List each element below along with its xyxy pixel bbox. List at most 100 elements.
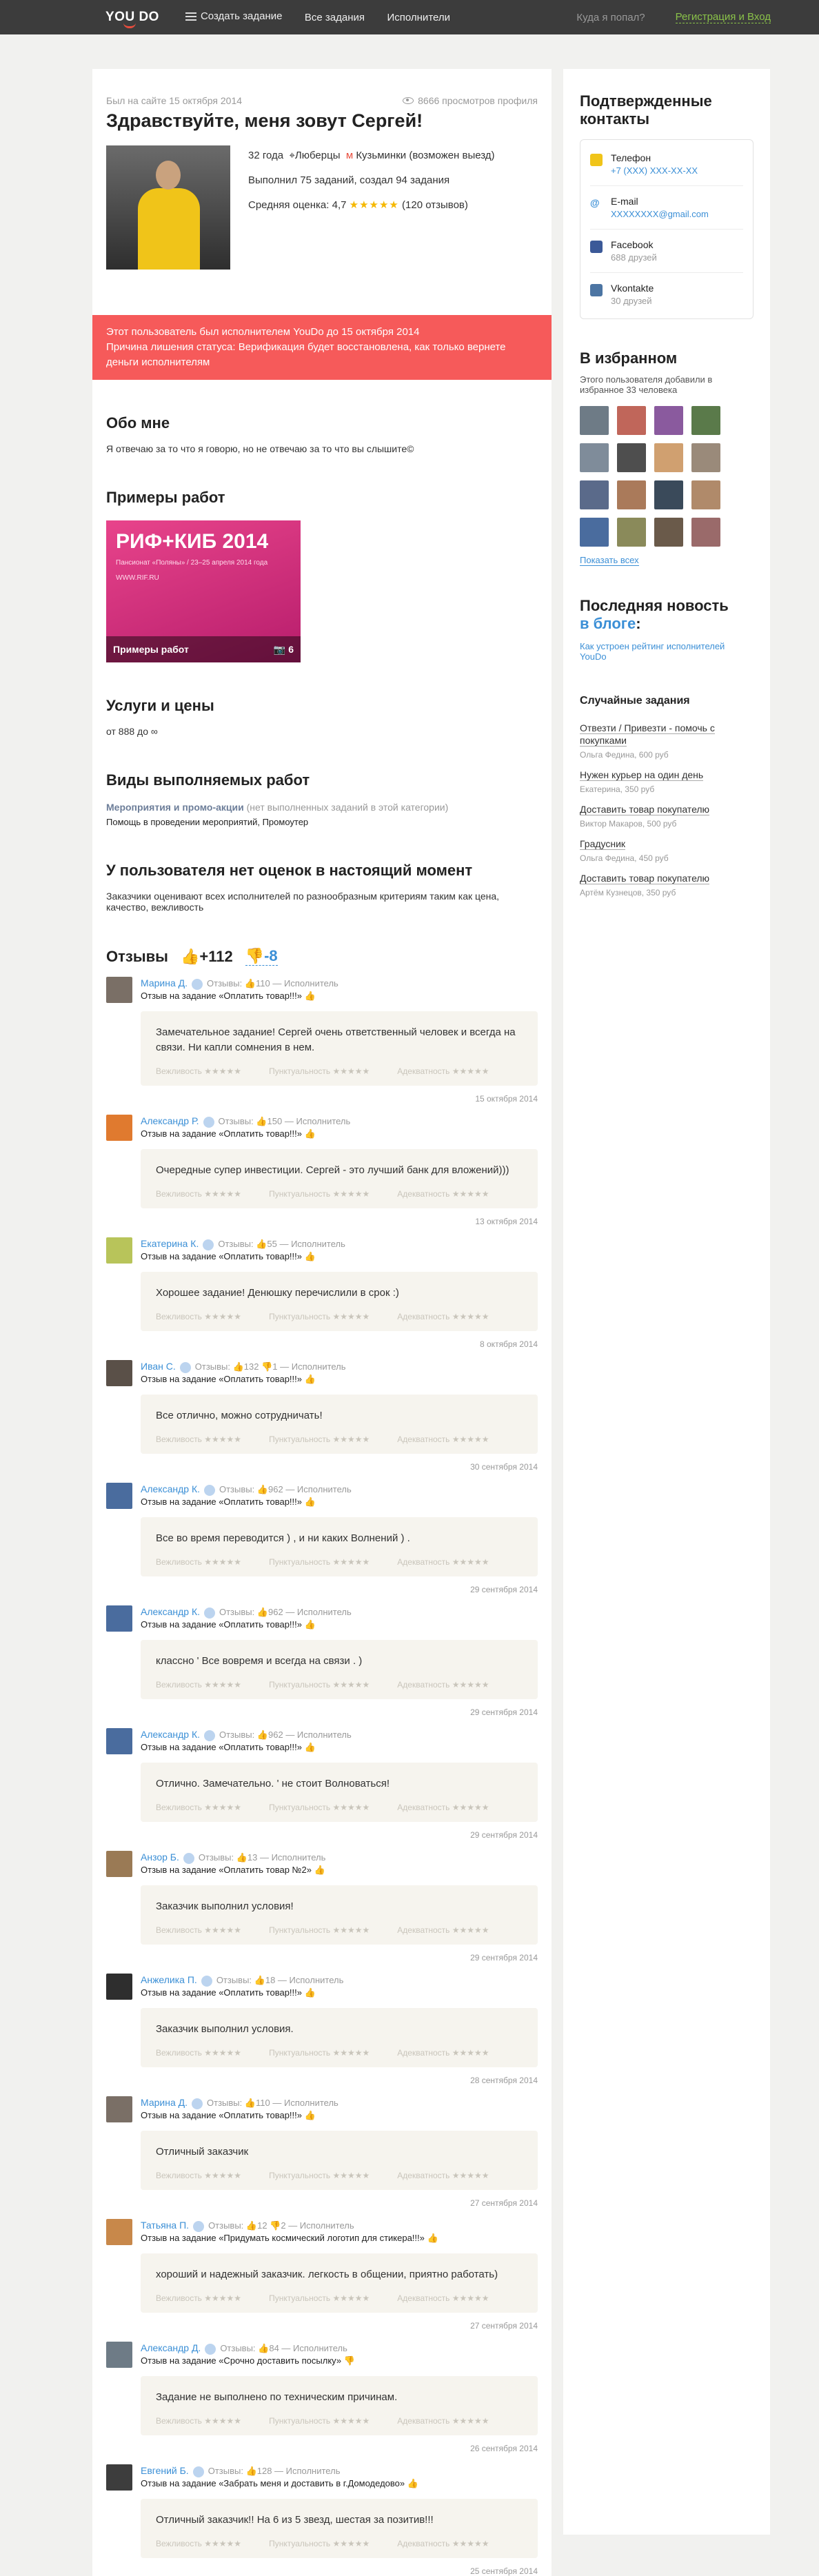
negative-reviews[interactable]: 👎-8 <box>245 947 278 966</box>
news-link[interactable]: Как устроен рейтинг исполнителей YouDo <box>580 641 725 662</box>
work-image-title: РИФ+КИБ 2014 <box>116 530 269 553</box>
news-blog-link[interactable]: в блоге <box>580 615 636 632</box>
avatar[interactable] <box>617 443 646 472</box>
verified-badge-icon <box>205 2343 216 2355</box>
adequacy-rating: Адекватность ★★★★★ <box>397 2048 489 2058</box>
reviewer-name-link[interactable]: Татьяна П. <box>141 2220 189 2231</box>
review-task-title[interactable]: Отзыв на задание «Оплатить товар!!!» 👍 <box>141 1373 346 1386</box>
reviewer-name-link[interactable]: Александр Р. <box>141 1115 199 1126</box>
random-task-link[interactable]: Нужен курьер на один день <box>580 769 704 781</box>
random-task-link[interactable]: Градусник <box>580 838 626 850</box>
metro-text: Кузьминки (возможен выезд) <box>356 150 495 161</box>
reviewer-name-link[interactable]: Александр К. <box>141 1483 200 1494</box>
camera-icon: 📷 6 <box>273 643 294 655</box>
reviewer-avatar[interactable] <box>106 2464 132 2491</box>
reviewer-avatar[interactable] <box>106 1728 132 1754</box>
favorites-avatars <box>580 406 754 547</box>
punctuality-rating: Пунктуальность ★★★★★ <box>269 1312 370 1321</box>
reviewer-name-link[interactable]: Александр К. <box>141 1606 200 1617</box>
reviewer-avatar[interactable] <box>106 1851 132 1877</box>
avatar[interactable] <box>691 406 720 435</box>
review-task-title[interactable]: Отзыв на задание «Оплатить товар!!!» 👍 <box>141 2109 338 2122</box>
review-bubble: Задание не выполнено по техническим прич… <box>141 2376 538 2435</box>
avatar[interactable] <box>654 518 683 547</box>
favorites-heading: В избранном <box>580 349 678 367</box>
contacts-heading: Подтвержденные контакты <box>580 92 712 128</box>
register-login-link[interactable]: Регистрация и Вход <box>675 11 771 23</box>
verified-badge-icon <box>192 2466 204 2477</box>
reviewer-avatar[interactable] <box>106 2096 132 2122</box>
where-am-i-link[interactable]: Куда я попал? <box>576 12 645 23</box>
avatar[interactable] <box>580 518 609 547</box>
verified-badge-icon <box>203 1730 215 1741</box>
work-example-image[interactable]: РИФ+КИБ 2014 Пансионат «Поляны» / 23–25 … <box>106 520 301 662</box>
avatar[interactable] <box>617 480 646 509</box>
reviewer-name-link[interactable]: Иван С. <box>141 1361 176 1372</box>
review-task-title[interactable]: Отзыв на задание «Оплатить товар!!!» 👍 <box>141 990 338 1002</box>
avatar[interactable] <box>691 518 720 547</box>
review-task-title[interactable]: Отзыв на задание «Оплатить товар!!!» 👍 <box>141 1496 352 1508</box>
avatar[interactable] <box>617 518 646 547</box>
reviewer-avatar[interactable] <box>106 1237 132 1264</box>
age-text: 32 года <box>248 150 284 161</box>
reviewer-avatar[interactable] <box>106 1605 132 1632</box>
positive-reviews[interactable]: 👍+112 <box>181 948 233 966</box>
favorites-text: Этого пользователя добавили в избранное … <box>580 374 713 395</box>
reviewer-avatar[interactable] <box>106 977 132 1003</box>
performers-link[interactable]: Исполнители <box>387 12 450 23</box>
reviewer-avatar[interactable] <box>106 1360 132 1386</box>
review-task-title[interactable]: Отзыв на задание «Забрать меня и достави… <box>141 2477 418 2490</box>
reviewer-name-link[interactable]: Евгений Б. <box>141 2465 189 2476</box>
avatar[interactable] <box>654 406 683 435</box>
avatar[interactable] <box>654 480 683 509</box>
review-task-title[interactable]: Отзыв на задание «Оплатить товар!!!» 👍 <box>141 1987 343 1999</box>
review-task-title[interactable]: Отзыв на задание «Оплатить товар!!!» 👍 <box>141 1128 350 1140</box>
reviewer-name-link[interactable]: Марина Д. <box>141 977 188 988</box>
review-task-title[interactable]: Отзыв на задание «Оплатить товар №2» 👍 <box>141 1864 325 1876</box>
profile-photo[interactable] <box>106 145 230 270</box>
review-date: 26 сентября 2014 <box>470 2444 538 2453</box>
random-task-link[interactable]: Доставить товар покупателю <box>580 873 710 884</box>
review-bubble: Очередные супер инвестиции. Сергей - это… <box>141 1149 538 1208</box>
email-value: XXXXXXXX@gmail.com <box>611 209 709 219</box>
review-task-title[interactable]: Отзыв на задание «Придумать космический … <box>141 2232 438 2244</box>
reviewer-name-link[interactable]: Марина Д. <box>141 2097 188 2108</box>
avatar[interactable] <box>580 406 609 435</box>
reviewer-name-link[interactable]: Александр Д. <box>141 2342 201 2353</box>
category-name[interactable]: Мероприятия и промо-акции <box>106 802 244 813</box>
review-task-title[interactable]: Отзыв на задание «Оплатить товар!!!» 👍 <box>141 1619 352 1631</box>
phone-value: +7 (XXX) XXX-XX-XX <box>611 165 698 176</box>
reviewer-avatar[interactable] <box>106 2219 132 2245</box>
youdo-logo[interactable]: YOU DO <box>105 10 159 28</box>
reviewer-avatar[interactable] <box>106 2342 132 2368</box>
review-date: 8 октября 2014 <box>480 1339 538 1349</box>
avatar[interactable] <box>691 443 720 472</box>
reviewer-avatar[interactable] <box>106 1974 132 2000</box>
reviewer-name-link[interactable]: Анжелика П. <box>141 1974 197 1985</box>
review-task-title[interactable]: Отзыв на задание «Срочно доставить посыл… <box>141 2355 355 2367</box>
review-task-title[interactable]: Отзыв на задание «Оплатить товар!!!» 👍 <box>141 1250 345 1263</box>
random-task-link[interactable]: Доставить товар покупателю <box>580 804 710 815</box>
contact-email: @ E-mail XXXXXXXX@gmail.com <box>590 186 743 230</box>
reviewer-avatar[interactable] <box>106 1483 132 1509</box>
vkontakte-icon <box>590 284 603 296</box>
reviewer-avatar[interactable] <box>106 1115 132 1141</box>
review-task-title[interactable]: Отзыв на задание «Оплатить товар!!!» 👍 <box>141 1741 352 1754</box>
avatar[interactable] <box>691 480 720 509</box>
avatar[interactable] <box>654 443 683 472</box>
avatar[interactable] <box>580 443 609 472</box>
all-tasks-link[interactable]: Все задания <box>305 12 365 23</box>
review-item: Александр Д. Отзывы: 👍84 — Исполнитель Отз… <box>106 2342 538 2453</box>
page-title: Здравствуйте, меня зовут Сергей! <box>106 110 423 131</box>
verified-badge-icon <box>192 978 203 990</box>
show-all-favorites-link[interactable]: Показать всех <box>580 555 639 566</box>
random-task-link[interactable]: Отвезти / Привезти - помочь с покупками <box>580 722 715 747</box>
reviewer-name-link[interactable]: Анзор Б. <box>141 1852 179 1863</box>
avatar[interactable] <box>617 406 646 435</box>
avatar[interactable] <box>580 480 609 509</box>
adequacy-rating: Адекватность ★★★★★ <box>397 1066 489 1076</box>
news-heading: Последняя новость в блоге: <box>580 597 729 632</box>
reviewer-name-link[interactable]: Александр К. <box>141 1729 200 1740</box>
create-task-link[interactable]: Создать задание <box>185 10 282 22</box>
reviewer-name-link[interactable]: Екатерина К. <box>141 1238 199 1249</box>
